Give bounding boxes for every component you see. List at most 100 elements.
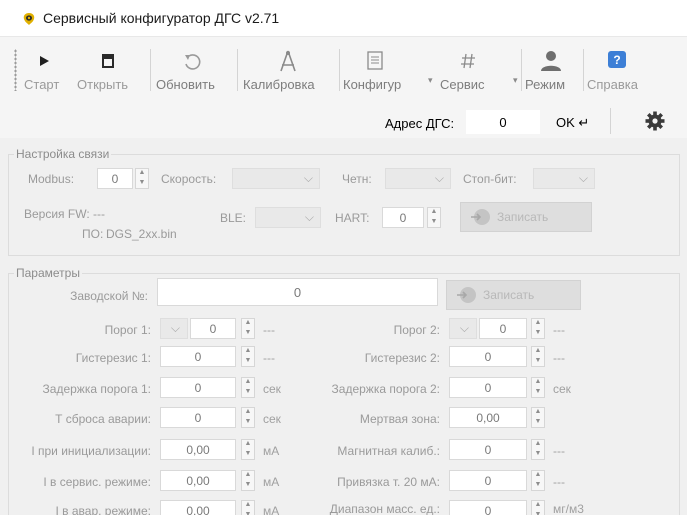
spin-down-icon[interactable]: ▼	[532, 329, 544, 339]
delay-2-spinner[interactable]: ▲ ▼	[531, 377, 545, 398]
spin-down-icon[interactable]: ▼	[428, 218, 440, 228]
app-logo-icon	[23, 13, 35, 25]
spin-up-icon[interactable]: ▲	[532, 378, 544, 388]
threshold-2-field[interactable]: 0	[479, 318, 527, 339]
params-write-button[interactable]: Записать	[446, 280, 581, 310]
spin-down-icon[interactable]: ▼	[532, 511, 544, 515]
hysteresis-2-spinner[interactable]: ▲ ▼	[531, 346, 545, 367]
help-button[interactable]: ? Справка	[587, 41, 647, 99]
point-20ma-spinner[interactable]: ▲ ▼	[531, 470, 545, 491]
configure-label: Конфигур	[343, 77, 402, 92]
service-current-spinner[interactable]: ▲ ▼	[241, 470, 255, 491]
point-20ma-field[interactable]: 0	[449, 470, 527, 491]
open-button[interactable]: Открыть	[77, 41, 141, 99]
hysteresis-1-field[interactable]: 0	[160, 346, 236, 367]
window-title: Сервисный конфигуратор ДГС v2.71	[43, 10, 280, 26]
spin-down-icon[interactable]: ▼	[242, 481, 254, 491]
svg-text:?: ?	[613, 53, 620, 67]
service-current-field[interactable]: 0,00	[160, 470, 236, 491]
speed-combo[interactable]: ⌵	[232, 168, 320, 189]
magnetic-calib-spinner[interactable]: ▲ ▼	[531, 439, 545, 460]
connection-write-button[interactable]: Записать	[460, 202, 592, 232]
spin-down-icon[interactable]: ▼	[136, 179, 148, 189]
calibration-button[interactable]: Калибровка	[243, 41, 333, 99]
hart-field[interactable]: 0	[382, 207, 424, 228]
hysteresis-2-label: Гистерезис 2:	[364, 351, 440, 365]
mass-range-spinner[interactable]: ▲ ▼	[531, 500, 545, 515]
spin-up-icon[interactable]: ▲	[532, 347, 544, 357]
ble-combo[interactable]: ⌵	[255, 207, 321, 228]
alarm-reset-spinner[interactable]: ▲ ▼	[241, 407, 255, 428]
threshold-1-spinner[interactable]: ▲ ▼	[241, 318, 255, 339]
address-input[interactable]: 0	[466, 110, 540, 134]
spin-down-icon[interactable]: ▼	[532, 418, 544, 428]
toolbar-grip[interactable]	[14, 49, 17, 91]
alarm-current-spinner[interactable]: ▲ ▼	[241, 500, 255, 515]
spin-up-icon[interactable]: ▲	[242, 347, 254, 357]
spin-down-icon[interactable]: ▼	[532, 357, 544, 367]
modbus-field[interactable]: 0	[97, 168, 133, 189]
spin-up-icon[interactable]: ▲	[532, 471, 544, 481]
spin-up-icon[interactable]: ▲	[532, 440, 544, 450]
user-icon	[541, 51, 561, 71]
spin-up-icon[interactable]: ▲	[242, 440, 254, 450]
mass-range-field[interactable]: 0	[449, 500, 527, 515]
modbus-spinner[interactable]: ▲ ▼	[135, 168, 149, 189]
delay-1-spinner[interactable]: ▲ ▼	[241, 377, 255, 398]
spin-down-icon[interactable]: ▼	[242, 329, 254, 339]
threshold-2-spinner[interactable]: ▲ ▼	[531, 318, 545, 339]
magnetic-calib-field[interactable]: 0	[449, 439, 527, 460]
start-label: Старт	[24, 77, 60, 92]
refresh-button[interactable]: Обновить	[156, 41, 228, 99]
delay-2-field[interactable]: 0	[449, 377, 527, 398]
spin-down-icon[interactable]: ▼	[242, 357, 254, 367]
spin-down-icon[interactable]: ▼	[242, 450, 254, 460]
alarm-reset-unit: сек	[263, 412, 281, 426]
mode-button[interactable]: Режим	[525, 41, 577, 99]
help-label: Справка	[587, 77, 638, 92]
hash-icon	[461, 53, 475, 69]
init-current-spinner[interactable]: ▲ ▼	[241, 439, 255, 460]
spin-down-icon[interactable]: ▼	[242, 511, 254, 515]
alarm-reset-field[interactable]: 0	[160, 407, 236, 428]
spin-up-icon[interactable]: ▲	[532, 319, 544, 329]
spin-up-icon[interactable]: ▲	[532, 501, 544, 511]
spin-down-icon[interactable]: ▼	[532, 481, 544, 491]
spin-up-icon[interactable]: ▲	[242, 319, 254, 329]
spin-up-icon[interactable]: ▲	[242, 408, 254, 418]
spin-up-icon[interactable]: ▲	[532, 408, 544, 418]
service-dropdown-icon[interactable]: ▾	[513, 75, 518, 86]
threshold-2-combo[interactable]: ⌵	[449, 318, 477, 339]
hysteresis-1-spinner[interactable]: ▲ ▼	[241, 346, 255, 367]
spin-down-icon[interactable]: ▼	[532, 450, 544, 460]
threshold-1-field[interactable]: 0	[190, 318, 236, 339]
toolbar-separator	[150, 49, 151, 91]
spin-down-icon[interactable]: ▼	[242, 388, 254, 398]
address-ok-button[interactable]: OK ↵	[556, 115, 589, 131]
alarm-current-field[interactable]: 0,00	[160, 500, 236, 515]
threshold-1-combo[interactable]: ⌵	[160, 318, 188, 339]
dead-zone-field[interactable]: 0,00	[449, 407, 527, 428]
configure-dropdown-icon[interactable]: ▾	[428, 75, 433, 86]
delay-2-unit: сек	[553, 382, 571, 396]
hart-spinner[interactable]: ▲ ▼	[427, 207, 441, 228]
stopbit-combo[interactable]: ⌵	[533, 168, 595, 189]
serial-field[interactable]: 0	[157, 278, 438, 306]
dead-zone-spinner[interactable]: ▲ ▼	[531, 407, 545, 428]
spin-up-icon[interactable]: ▲	[242, 501, 254, 511]
refresh-label: Обновить	[156, 77, 215, 92]
spin-up-icon[interactable]: ▲	[136, 169, 148, 179]
parity-combo[interactable]: ⌵	[385, 168, 451, 189]
spin-up-icon[interactable]: ▲	[242, 378, 254, 388]
start-button[interactable]: Старт	[24, 41, 64, 99]
service-button[interactable]: Сервис	[440, 41, 498, 99]
spin-up-icon[interactable]: ▲	[242, 471, 254, 481]
spin-up-icon[interactable]: ▲	[428, 208, 440, 218]
gear-icon[interactable]	[645, 111, 665, 131]
delay-1-field[interactable]: 0	[160, 377, 236, 398]
hysteresis-2-field[interactable]: 0	[449, 346, 527, 367]
configure-button[interactable]: Конфигур	[343, 41, 407, 99]
init-current-field[interactable]: 0,00	[160, 439, 236, 460]
spin-down-icon[interactable]: ▼	[242, 418, 254, 428]
spin-down-icon[interactable]: ▼	[532, 388, 544, 398]
